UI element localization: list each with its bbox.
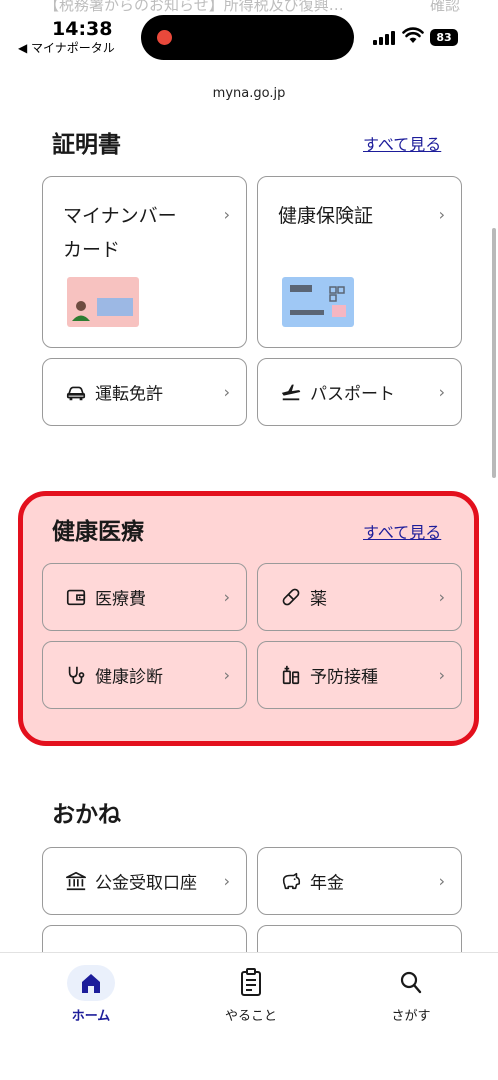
section-title-money: おかね <box>52 802 121 828</box>
bottom-tab-bar: ホーム やること さがす <box>0 952 498 1080</box>
chevron-right-icon: › <box>223 871 230 891</box>
tab-search-label: さがす <box>391 1009 431 1024</box>
bank-icon <box>66 871 86 891</box>
chevron-right-icon: › <box>223 665 230 685</box>
search-icon <box>391 965 431 1001</box>
health-see-all-link[interactable]: すべて見る <box>363 519 441 543</box>
back-to-app-link[interactable]: ◀ マイナポータル <box>18 39 115 56</box>
clipboard-icon <box>231 965 271 1001</box>
public-funds-account-tile[interactable]: 公金受取口座 › <box>42 847 247 915</box>
chevron-right-icon: › <box>438 205 445 224</box>
car-icon <box>66 386 86 401</box>
wallet-icon <box>66 589 86 606</box>
battery-icon: 83 <box>430 29 458 46</box>
status-time: 14:38 <box>52 18 113 40</box>
section-title-certificates: 証明書 <box>52 132 121 158</box>
pension-label: 年金 <box>310 873 344 894</box>
chevron-right-icon: › <box>438 382 445 402</box>
status-bar: 14:38 ◀ マイナポータル 83 <box>0 0 498 70</box>
insurance-card-icon <box>282 277 354 327</box>
health-insurance-card-tile[interactable]: 健康保険証 › <box>257 176 462 348</box>
scrollbar-thumb[interactable] <box>492 228 496 478</box>
dynamic-island <box>141 15 354 60</box>
mynumber-card-tile[interactable]: マイナンバーカード › <box>42 176 247 348</box>
address-bar-url[interactable]: myna.go.jp <box>0 86 498 101</box>
tab-home-label: ホーム <box>71 1009 111 1024</box>
tab-home[interactable]: ホーム <box>36 965 146 1024</box>
tab-todo[interactable]: やること <box>196 965 306 1024</box>
recording-indicator-icon <box>157 30 172 45</box>
cellular-signal-icon <box>373 31 397 45</box>
medicine-tile[interactable]: 薬 › <box>257 563 462 631</box>
stethoscope-icon <box>68 666 85 685</box>
passport-tile[interactable]: パスポート › <box>257 358 462 426</box>
vaccination-tile[interactable]: 予防接種 › <box>257 641 462 709</box>
medical-expenses-label: 医療費 <box>95 589 146 610</box>
home-icon <box>67 965 115 1001</box>
health-insurance-card-label: 健康保険証 <box>278 205 374 227</box>
chevron-right-icon: › <box>438 665 445 685</box>
health-checkup-tile[interactable]: 健康診断 › <box>42 641 247 709</box>
public-funds-account-label: 公金受取口座 <box>95 873 197 894</box>
tab-search[interactable]: さがす <box>356 965 466 1024</box>
mynumber-card-label: マイナンバーカード <box>63 205 177 261</box>
pension-tile[interactable]: 年金 › <box>257 847 462 915</box>
drivers-license-tile[interactable]: 運転免許 › <box>42 358 247 426</box>
piggy-bank-icon <box>282 872 301 890</box>
vaccine-icon <box>282 665 300 685</box>
certificates-see-all-link[interactable]: すべて見る <box>363 131 441 155</box>
id-card-icon <box>67 277 139 327</box>
medicine-label: 薬 <box>310 589 327 610</box>
chevron-right-icon: › <box>223 205 230 224</box>
wifi-icon <box>402 27 424 43</box>
passport-label: パスポート <box>310 384 395 405</box>
section-title-health: 健康医療 <box>52 519 144 545</box>
tab-todo-label: やること <box>224 1009 277 1024</box>
health-checkup-label: 健康診断 <box>95 667 163 688</box>
drivers-license-label: 運転免許 <box>95 384 163 405</box>
medical-expenses-tile[interactable]: 医療費 › <box>42 563 247 631</box>
vaccination-label: 予防接種 <box>310 667 378 688</box>
chevron-right-icon: › <box>438 871 445 891</box>
chevron-right-icon: › <box>223 587 230 607</box>
plane-icon <box>281 384 301 401</box>
pill-icon <box>282 588 300 606</box>
chevron-right-icon: › <box>438 587 445 607</box>
chevron-right-icon: › <box>223 382 230 402</box>
